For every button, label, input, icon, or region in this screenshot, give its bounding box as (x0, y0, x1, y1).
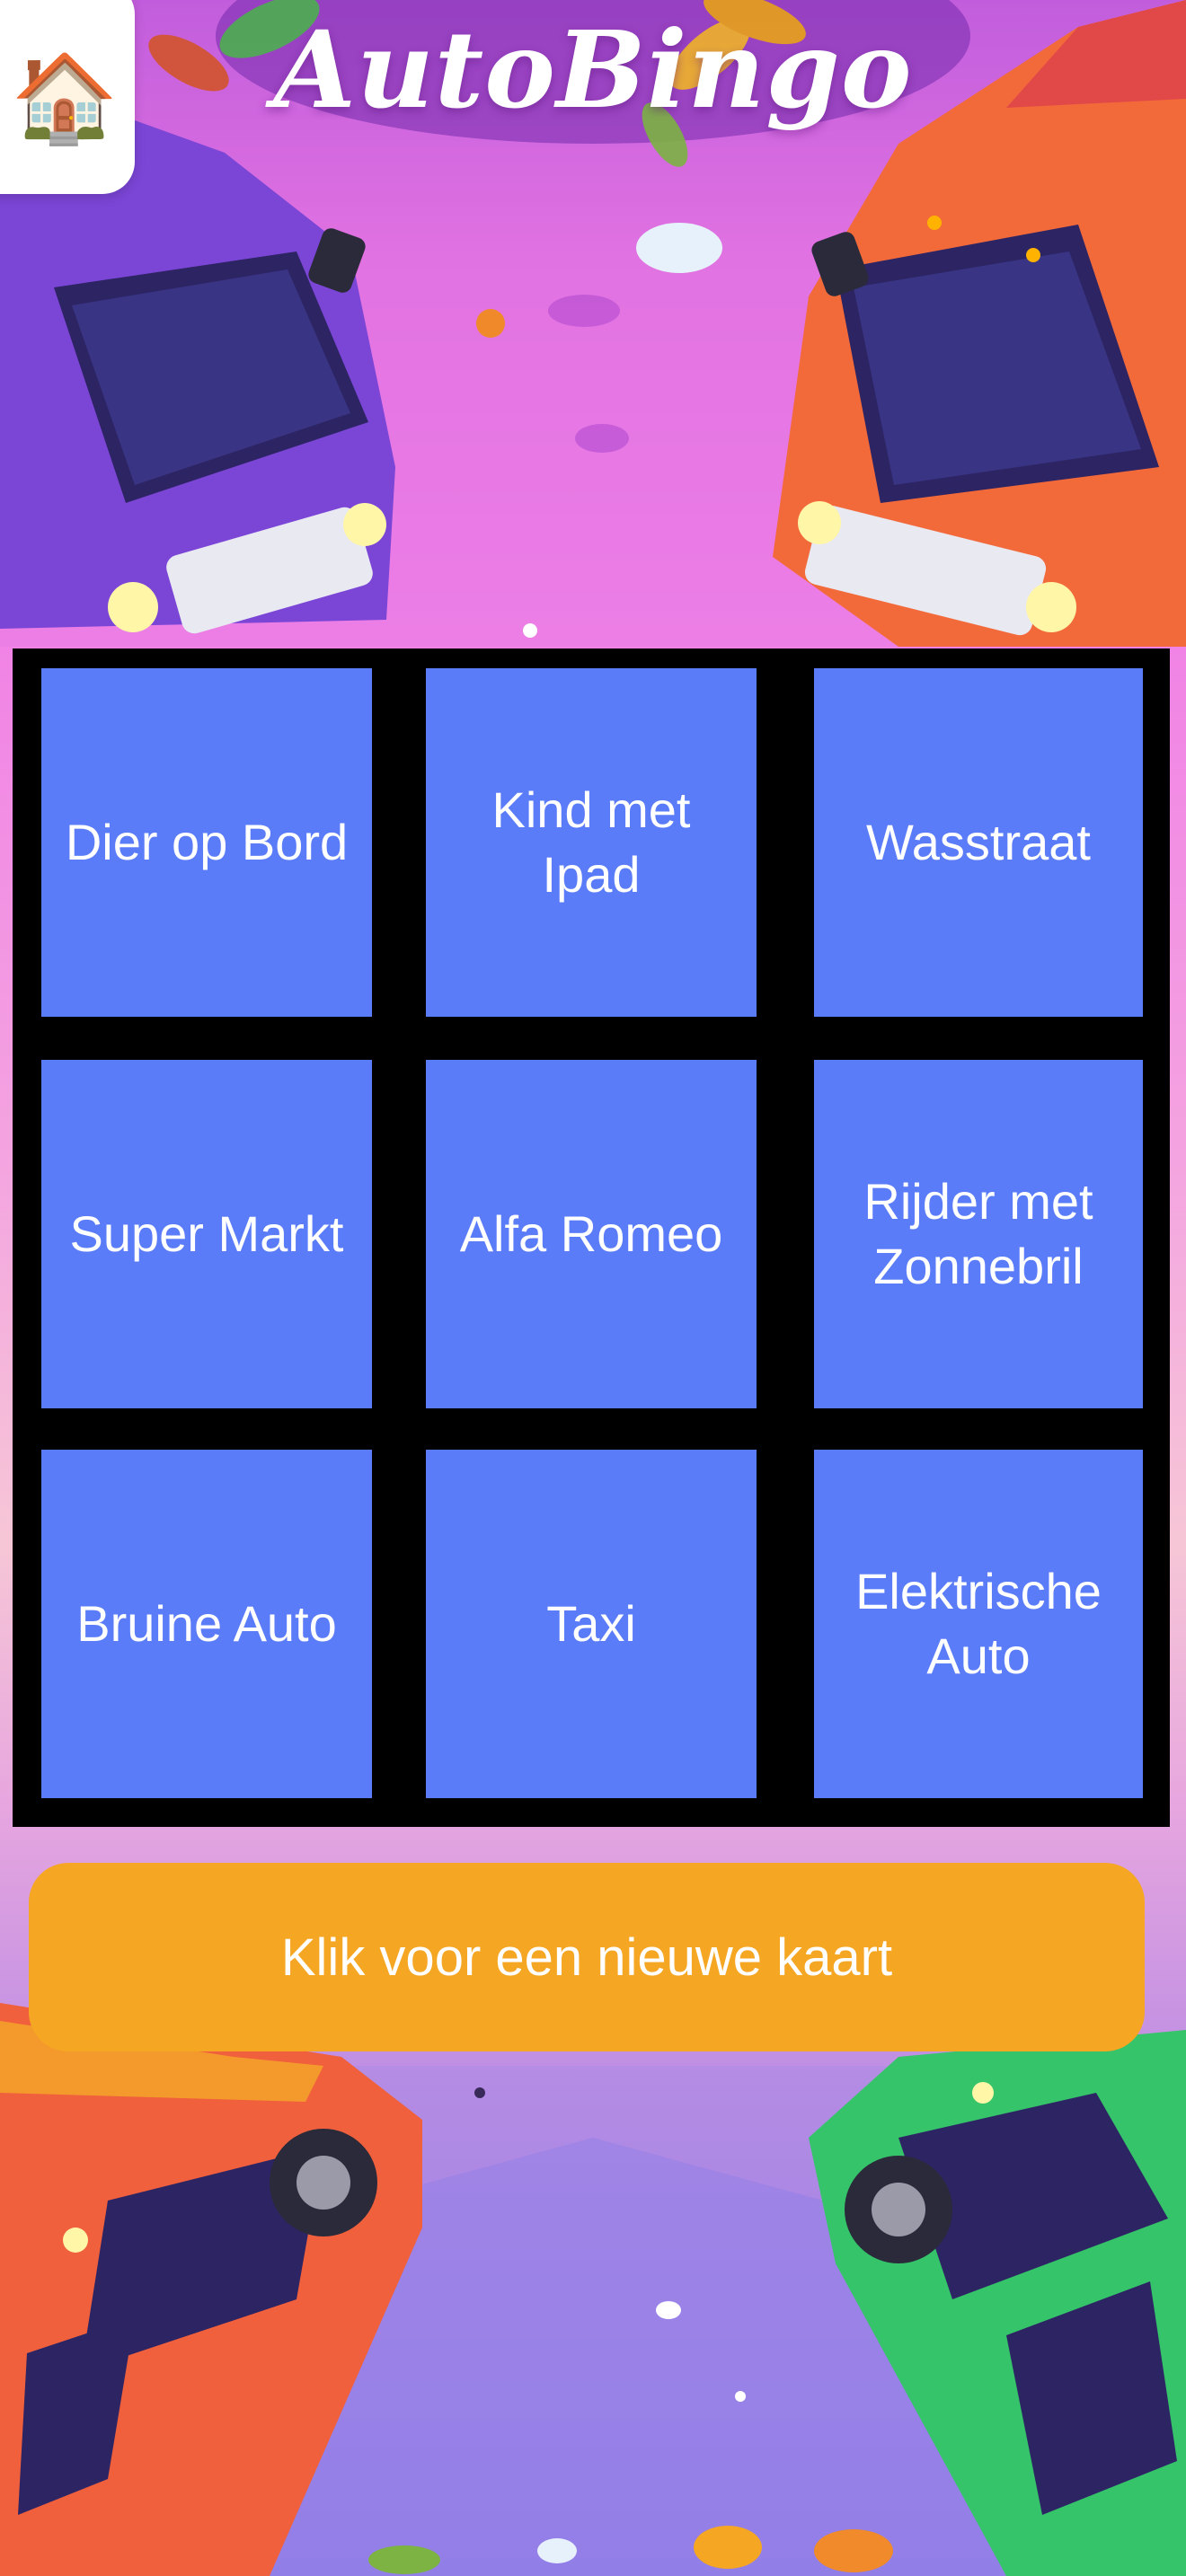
bingo-cell-label: Rijder met Zonnebril (863, 1173, 1093, 1294)
bingo-cell[interactable]: Bruine Auto (41, 1450, 372, 1798)
bingo-cell[interactable]: Wasstraat (814, 668, 1143, 1017)
bingo-cell[interactable]: Super Markt (41, 1060, 372, 1408)
bingo-cell-label: Bruine Auto (76, 1595, 337, 1652)
bingo-cell-label: Taxi (546, 1595, 636, 1652)
app-title: AutoBingo (273, 7, 913, 132)
new-card-button-label: Klik voor een nieuwe kaart (280, 1928, 893, 1987)
bingo-cell[interactable]: Taxi (426, 1450, 757, 1798)
bingo-cell[interactable]: Dier op Bord (41, 668, 372, 1017)
bingo-cell[interactable]: Alfa Romeo (426, 1060, 757, 1408)
bingo-cell-label: Super Markt (69, 1205, 344, 1262)
bingo-cell[interactable]: Kind met Ipad (426, 668, 757, 1017)
bingo-cell-label: Wasstraat (866, 814, 1091, 870)
bingo-cell[interactable]: Rijder met Zonnebril (814, 1060, 1143, 1408)
bingo-cell-label: Dier op Bord (65, 814, 349, 870)
new-card-button[interactable]: Klik voor een nieuwe kaart (29, 1863, 1145, 2051)
bingo-grid: Dier op Bord Kind met Ipad Wasstraat Sup… (13, 648, 1170, 1827)
bingo-cell-label: Elektrische Auto (855, 1563, 1102, 1684)
bingo-cell-label: Alfa Romeo (459, 1205, 723, 1262)
bingo-cell[interactable]: Elektrische Auto (814, 1450, 1143, 1798)
bingo-cell-label: Kind met Ipad (491, 781, 691, 903)
